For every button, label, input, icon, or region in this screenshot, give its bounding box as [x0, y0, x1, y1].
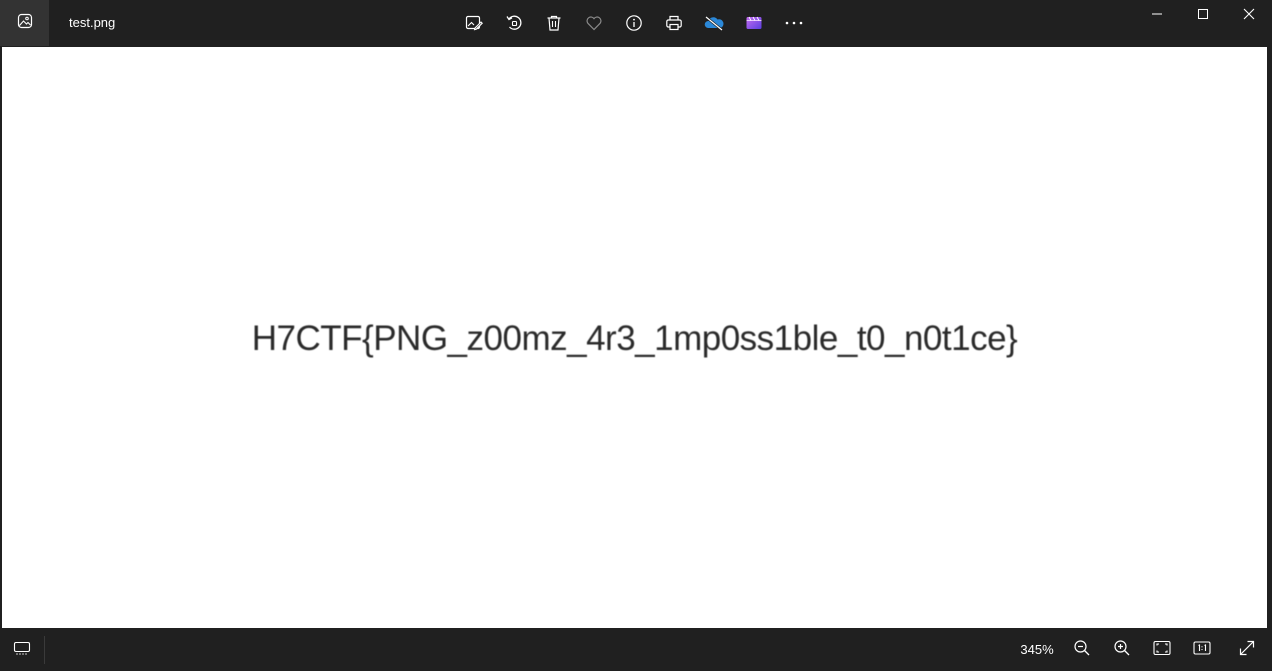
- clipchamp-button[interactable]: [734, 3, 774, 43]
- filmstrip-button[interactable]: [6, 634, 38, 666]
- info-icon: [625, 14, 643, 32]
- fit-to-window-icon: [1153, 640, 1171, 661]
- image-viewport[interactable]: H7CTF{PNG_z00mz_4r3_1mp0ss1ble_t0_n0t1ce…: [2, 47, 1267, 628]
- title-bar: test.png: [0, 0, 1272, 46]
- info-button[interactable]: [614, 3, 654, 43]
- zoom-out-button[interactable]: [1066, 634, 1098, 666]
- full-screen-button[interactable]: [1231, 634, 1263, 666]
- bottom-divider: [44, 636, 45, 664]
- delete-icon: [545, 14, 563, 32]
- bottom-bar: 345%: [0, 630, 1272, 671]
- app-menu-button[interactable]: [0, 0, 49, 46]
- filmstrip-icon: [13, 640, 31, 661]
- zoom-out-icon: [1073, 639, 1091, 662]
- photos-app-icon: [17, 13, 33, 34]
- top-toolbar: [454, 3, 814, 43]
- window-controls: [1134, 0, 1272, 32]
- rotate-icon: [505, 14, 523, 32]
- actual-size-button[interactable]: [1186, 634, 1218, 666]
- onedrive-button[interactable]: [694, 3, 734, 43]
- zoom-level-label: 345%: [1020, 642, 1054, 657]
- image-content-text: H7CTF{PNG_z00mz_4r3_1mp0ss1ble_t0_n0t1ce…: [251, 319, 1018, 358]
- edit-image-icon: [465, 14, 483, 32]
- close-button[interactable]: [1226, 0, 1272, 32]
- more-icon: [784, 14, 804, 32]
- close-icon: [1243, 7, 1255, 25]
- more-options-button[interactable]: [774, 3, 814, 43]
- photos-window: test.png H7CTF{PNG_z00mz_4r3_1mp0ss1ble_…: [0, 0, 1272, 671]
- full-screen-icon: [1238, 639, 1256, 662]
- minimize-icon: [1151, 7, 1163, 25]
- maximize-icon: [1197, 7, 1209, 25]
- file-name-label: test.png: [69, 15, 116, 30]
- zoom-in-button[interactable]: [1106, 634, 1138, 666]
- minimize-button[interactable]: [1134, 0, 1180, 32]
- delete-button[interactable]: [534, 3, 574, 43]
- favorite-icon: [585, 14, 603, 32]
- maximize-button[interactable]: [1180, 0, 1226, 32]
- zoom-in-icon: [1113, 639, 1131, 662]
- onedrive-icon: [703, 14, 725, 32]
- print-button[interactable]: [654, 3, 694, 43]
- favorite-button[interactable]: [574, 3, 614, 43]
- fit-to-window-button[interactable]: [1146, 634, 1178, 666]
- print-icon: [665, 14, 683, 32]
- actual-size-icon: [1193, 640, 1211, 661]
- clipchamp-icon: [745, 14, 763, 32]
- rotate-button[interactable]: [494, 3, 534, 43]
- edit-image-button[interactable]: [454, 3, 494, 43]
